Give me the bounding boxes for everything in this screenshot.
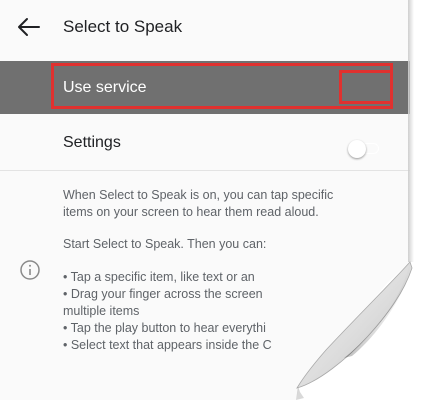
sheet-edge-shadow <box>408 0 414 262</box>
app-header: Select to Speak <box>0 0 410 58</box>
start-instructions: Start Select to Speak. Then you can: <box>63 237 267 251</box>
bullet-item: • Tap a specific item, like text or an <box>63 270 255 284</box>
section-divider <box>0 170 410 171</box>
settings-sheet: Select to Speak Use service Settings Whe… <box>0 0 410 400</box>
use-service-label: Use service <box>63 79 147 96</box>
bullet-item: • Tap the play button to hear everythi <box>63 321 266 335</box>
description-line: items on your screen to hear them read a… <box>63 205 319 219</box>
settings-label: Settings <box>63 134 121 151</box>
bullet-item-continued: multiple items <box>63 304 140 318</box>
bullet-item: • Select text that appears inside the C <box>63 338 272 352</box>
screenshot-page: Select to Speak Use service Settings Whe… <box>0 0 424 401</box>
settings-row[interactable]: Settings <box>0 116 410 170</box>
page-title: Select to Speak <box>63 17 183 36</box>
bullet-item: • Drag your finger across the screen <box>63 287 263 301</box>
description-line: When Select to Speak is on, you can tap … <box>63 188 334 202</box>
arrow-left-icon[interactable] <box>17 17 41 37</box>
info-icon <box>20 260 40 280</box>
use-service-row[interactable]: Use service <box>0 61 410 158</box>
